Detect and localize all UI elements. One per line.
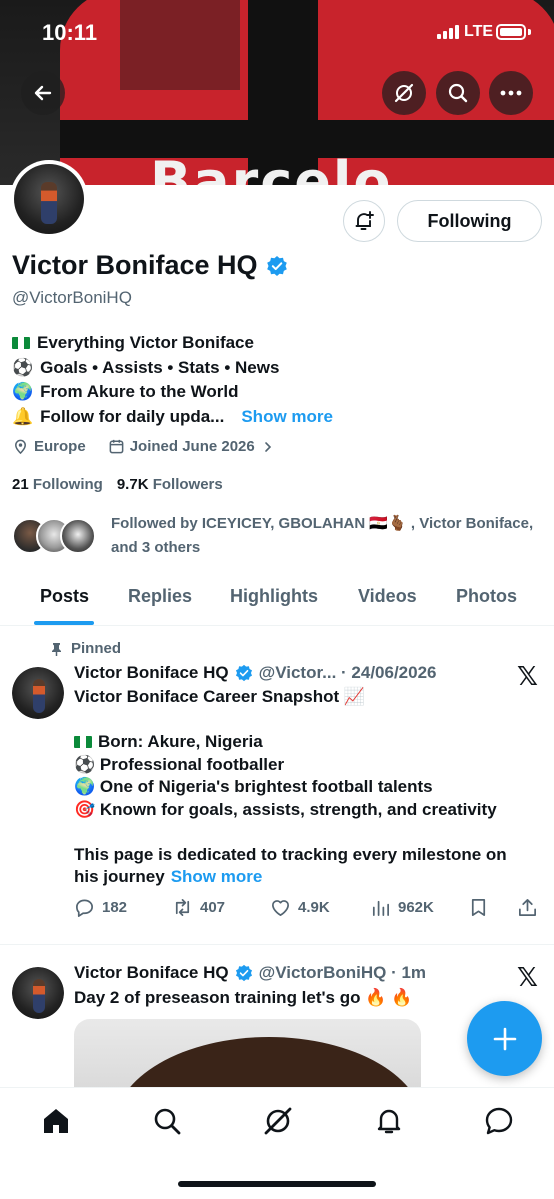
views-icon <box>372 900 389 916</box>
tab-posts[interactable]: Posts <box>40 586 89 607</box>
active-tab-indicator <box>34 621 94 625</box>
followers-count-link[interactable]: 9.7K Followers <box>117 476 223 493</box>
location-pin-icon <box>15 439 26 455</box>
nigeria-flag-icon <box>12 337 30 350</box>
bookmark-button[interactable] <box>468 897 489 918</box>
messages-icon[interactable] <box>483 1105 515 1137</box>
profile-stats: 21 Following 9.7K Followers <box>12 476 223 493</box>
post-author-avatar[interactable] <box>12 967 64 1019</box>
search-icon <box>448 83 468 103</box>
share-icon <box>519 899 536 916</box>
arrow-left-icon <box>34 85 52 101</box>
tab-highlights[interactable]: Highlights <box>230 586 318 607</box>
views-button[interactable]: 962K <box>370 897 434 918</box>
bio-line: 🌍 From Akure to the World <box>12 380 333 405</box>
status-bar: 10:11 LTE <box>0 0 554 60</box>
bio-line: ⚽ Goals • Assists • Stats • News <box>12 356 333 381</box>
more-button[interactable] <box>489 71 533 115</box>
soccer-ball-icon: ⚽ <box>12 357 34 377</box>
reply-button[interactable]: 182 <box>74 897 127 918</box>
post-header: Victor Boniface HQ @Victor... · 24/06/20… <box>74 663 437 683</box>
repost-button[interactable]: 407 <box>172 897 225 918</box>
post-author-name[interactable]: Victor Boniface HQ <box>74 963 229 983</box>
profile-name: Victor Boniface HQ <box>12 250 258 280</box>
grok-icon[interactable] <box>262 1105 294 1137</box>
followed-by-avatars <box>12 518 102 558</box>
chevron-right-icon[interactable] <box>262 441 274 453</box>
more-icon <box>500 90 522 96</box>
notifications-icon[interactable] <box>373 1105 405 1137</box>
bell-icon: 🔔 <box>12 406 34 426</box>
bio-show-more-link[interactable]: Show more <box>241 405 333 430</box>
calendar-icon <box>109 439 124 454</box>
globe-icon: 🌍 <box>12 382 34 401</box>
status-time: 10:11 <box>42 20 98 45</box>
post-pinned[interactable]: Pinned Victor Boniface HQ @Victor... · 2… <box>0 627 554 945</box>
post-author-avatar[interactable] <box>12 667 64 719</box>
bio-line: Everything Victor Boniface <box>12 331 333 356</box>
profile-avatar[interactable] <box>10 160 88 238</box>
post-meta: @VictorBoniHQ · 1m <box>258 963 427 982</box>
followed-by[interactable]: Followed by ICEYICEY, GBOLAHAN 🇪🇬🫰🏾 , Vi… <box>12 512 542 562</box>
bio-line: 🔔 Follow for daily upda... Show more <box>12 405 333 430</box>
following-button[interactable]: Following <box>397 200 542 242</box>
profile-joined-date: Joined June 2026 <box>129 438 255 455</box>
network-label: LTE <box>464 23 494 40</box>
profile-name-row: Victor Boniface HQ <box>12 250 288 281</box>
profile-location: Europe <box>34 438 86 455</box>
verified-badge-icon <box>235 664 252 682</box>
verified-badge-icon <box>235 964 252 982</box>
grok-button[interactable] <box>382 71 426 115</box>
heart-icon <box>272 900 289 916</box>
bookmark-icon <box>471 899 486 916</box>
back-button[interactable] <box>21 71 65 115</box>
like-button[interactable]: 4.9K <box>270 897 330 918</box>
nigeria-flag-icon <box>74 736 92 749</box>
post-text: Day 2 of preseason training let's go 🔥 🔥 <box>74 988 413 1007</box>
post-text: Victor Boniface Career Snapshot 📈 Born: … <box>74 686 544 889</box>
profile-tabs: Posts Replies Highlights Videos Photos <box>0 578 554 626</box>
following-count-link[interactable]: 21 Following <box>12 476 103 493</box>
tab-replies[interactable]: Replies <box>128 586 192 607</box>
notifications-button[interactable] <box>343 200 385 242</box>
compose-post-button[interactable] <box>467 1001 542 1076</box>
search-icon[interactable] <box>151 1105 183 1137</box>
post-meta: @Victor... · 24/06/2026 <box>258 663 437 682</box>
post-header: Victor Boniface HQ @VictorBoniHQ · 1m <box>74 963 426 983</box>
grok-icon <box>394 83 414 103</box>
followed-by-text: Followed by ICEYICEY, GBOLAHAN 🇪🇬🫰🏾 , Vi… <box>111 515 534 556</box>
banner-text: Barcelo <box>150 150 393 185</box>
avatar <box>60 518 96 554</box>
profile-handle: @VictorBoniHQ <box>12 288 132 307</box>
verified-badge-icon[interactable] <box>266 255 288 277</box>
tab-videos[interactable]: Videos <box>358 586 417 607</box>
home-icon[interactable] <box>40 1105 72 1137</box>
plus-icon <box>493 1027 516 1050</box>
profile-bio: Everything Victor Boniface ⚽ Goals • Ass… <box>12 331 333 429</box>
tab-photos[interactable]: Photos <box>456 586 517 607</box>
reply-icon <box>76 899 93 917</box>
post-actions: 182 407 4.9K 962K <box>74 897 544 921</box>
home-indicator <box>178 1181 376 1187</box>
profile-meta: Europe Joined June 2026 <box>12 438 274 455</box>
pinned-label: Pinned <box>50 640 121 657</box>
pin-icon <box>52 642 61 656</box>
post-show-more-link[interactable]: Show more <box>171 866 263 889</box>
bell-plus-icon <box>355 211 374 230</box>
signal-icon <box>437 25 459 39</box>
post-author-name[interactable]: Victor Boniface HQ <box>74 663 229 683</box>
search-button[interactable] <box>436 71 480 115</box>
repost-icon <box>175 899 190 916</box>
battery-icon <box>496 24 526 40</box>
share-button[interactable] <box>517 897 538 918</box>
